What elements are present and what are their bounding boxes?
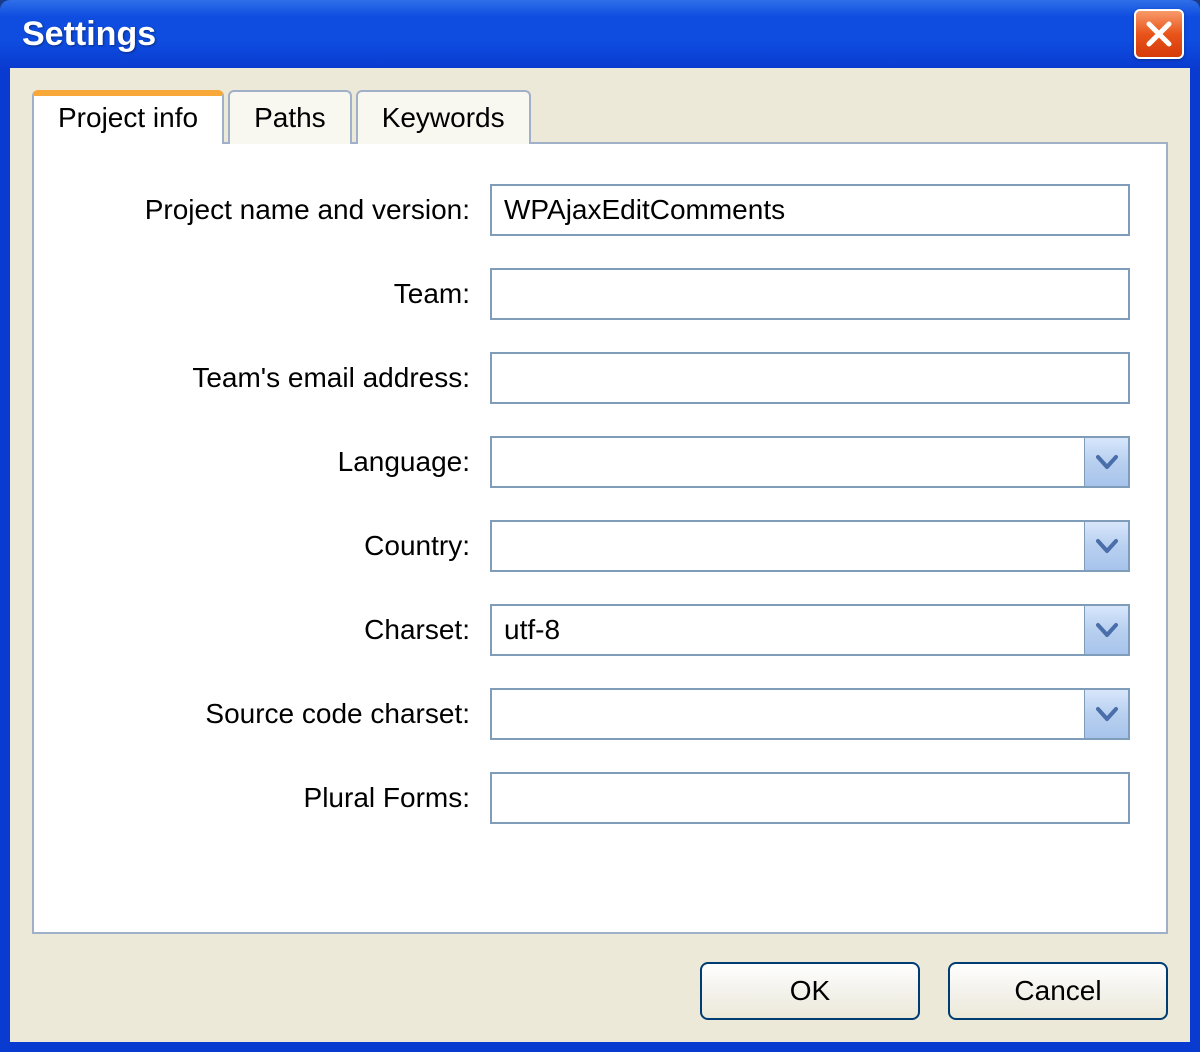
country-combobox[interactable] bbox=[490, 520, 1130, 572]
tab-project-info[interactable]: Project info bbox=[32, 90, 224, 144]
label-country: Country: bbox=[70, 530, 470, 562]
plural-forms-input[interactable] bbox=[490, 772, 1130, 824]
language-dropdown-button[interactable] bbox=[1084, 438, 1128, 486]
tab-strip: Project info Paths Keywords bbox=[32, 90, 1168, 144]
country-combo-input[interactable] bbox=[492, 522, 1084, 570]
tab-keywords[interactable]: Keywords bbox=[356, 90, 531, 144]
label-charset: Charset: bbox=[70, 614, 470, 646]
row-source-charset: Source code charset: bbox=[70, 688, 1130, 740]
row-team: Team: bbox=[70, 268, 1130, 320]
label-team: Team: bbox=[70, 278, 470, 310]
source-charset-combo-input[interactable] bbox=[492, 690, 1084, 738]
source-charset-dropdown-button[interactable] bbox=[1084, 690, 1128, 738]
cancel-button[interactable]: Cancel bbox=[948, 962, 1168, 1020]
charset-combo-input[interactable] bbox=[492, 606, 1084, 654]
team-input[interactable] bbox=[490, 268, 1130, 320]
row-charset: Charset: bbox=[70, 604, 1130, 656]
tab-paths[interactable]: Paths bbox=[228, 90, 352, 144]
client-area: Project info Paths Keywords Project name… bbox=[10, 68, 1190, 1042]
charset-dropdown-button[interactable] bbox=[1084, 606, 1128, 654]
project-name-input[interactable] bbox=[490, 184, 1130, 236]
source-charset-combobox[interactable] bbox=[490, 688, 1130, 740]
titlebar: Settings bbox=[0, 0, 1200, 68]
label-project-name: Project name and version: bbox=[70, 194, 470, 226]
row-country: Country: bbox=[70, 520, 1130, 572]
country-dropdown-button[interactable] bbox=[1084, 522, 1128, 570]
ok-button[interactable]: OK bbox=[700, 962, 920, 1020]
row-project-name: Project name and version: bbox=[70, 184, 1130, 236]
row-team-email: Team's email address: bbox=[70, 352, 1130, 404]
label-plural-forms: Plural Forms: bbox=[70, 782, 470, 814]
label-language: Language: bbox=[70, 446, 470, 478]
close-button[interactable] bbox=[1134, 9, 1184, 59]
label-team-email: Team's email address: bbox=[70, 362, 470, 394]
tab-panel-project-info: Project name and version: Team: Team's e… bbox=[32, 142, 1168, 934]
language-combobox[interactable] bbox=[490, 436, 1130, 488]
close-icon bbox=[1144, 19, 1174, 49]
chevron-down-icon bbox=[1095, 705, 1119, 723]
row-plural-forms: Plural Forms: bbox=[70, 772, 1130, 824]
charset-combobox[interactable] bbox=[490, 604, 1130, 656]
chevron-down-icon bbox=[1095, 453, 1119, 471]
label-source-charset: Source code charset: bbox=[70, 698, 470, 730]
dialog-button-row: OK Cancel bbox=[32, 934, 1168, 1020]
language-combo-input[interactable] bbox=[492, 438, 1084, 486]
settings-dialog: Settings Project info Paths Keywords Pro… bbox=[0, 0, 1200, 1052]
chevron-down-icon bbox=[1095, 537, 1119, 555]
window-title: Settings bbox=[22, 15, 156, 54]
row-language: Language: bbox=[70, 436, 1130, 488]
chevron-down-icon bbox=[1095, 621, 1119, 639]
team-email-input[interactable] bbox=[490, 352, 1130, 404]
